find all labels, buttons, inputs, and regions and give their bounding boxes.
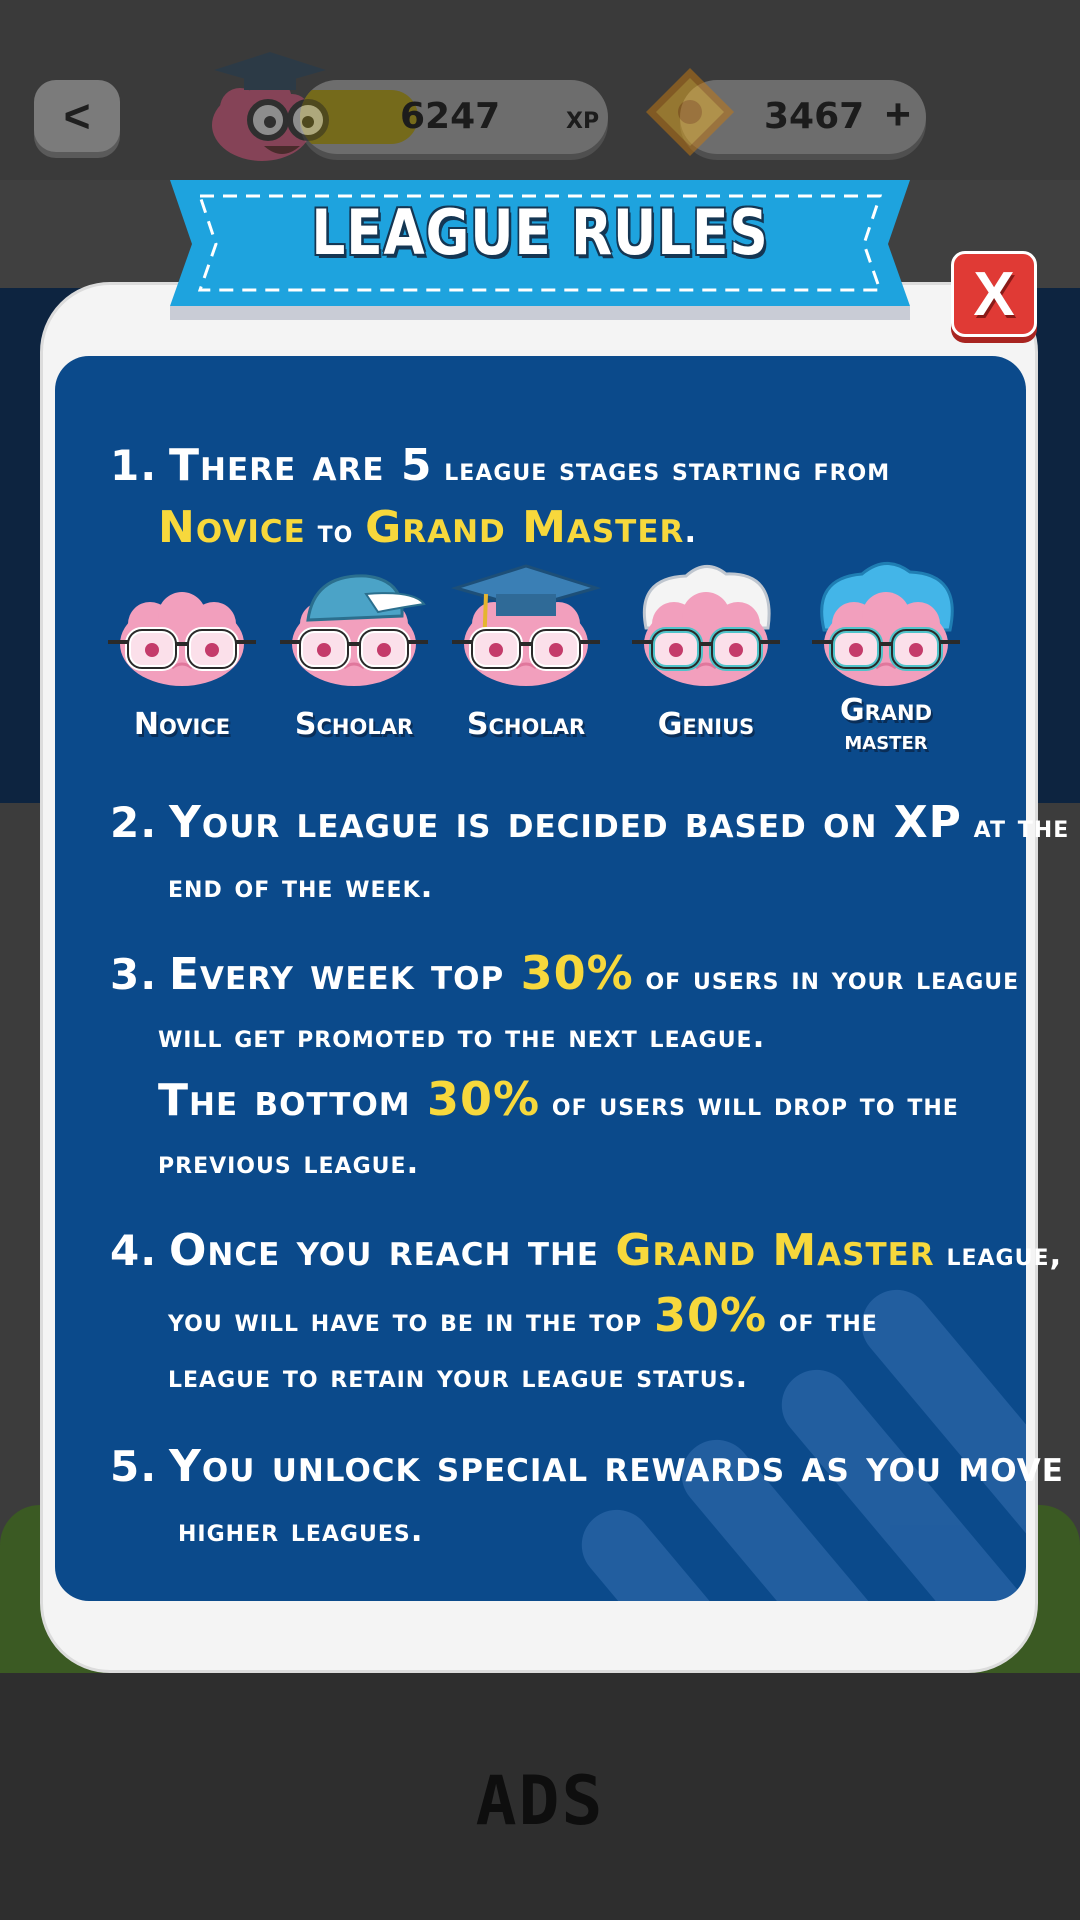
league-scholar-brain-icon (280, 574, 428, 686)
back-button[interactable]: < (34, 80, 120, 152)
chevron-left-icon: < (63, 90, 91, 142)
rule-4-line-2: you will have to be in the top 30% of th… (168, 1288, 878, 1342)
add-coins-button[interactable]: + (876, 90, 920, 140)
close-button[interactable]: X (951, 251, 1037, 337)
rule-3-line-4: previous league. (158, 1145, 420, 1181)
coin-icon (646, 68, 734, 156)
rule-4-line-3: league to retain your league status. (168, 1359, 749, 1395)
rule-3-line-3: The bottom 30% of users will drop to the (158, 1072, 959, 1126)
league-genius-brain-icon (632, 565, 780, 686)
league-scholar-label: Scholar (294, 707, 414, 742)
rule-1-line-1: 1. There are 5 league stages starting fr… (110, 440, 891, 491)
league-scholar-2-brain-icon (450, 564, 602, 686)
league-scholar-2-label: Scholar (466, 707, 586, 742)
rule-5-line-1: 5. You unlock special rewards as you mov… (110, 1441, 1080, 1492)
ads-label: ADS (475, 1762, 605, 1841)
rule-3-line-1: 3. Every week top 30% of users in your l… (110, 946, 1020, 1000)
rule-2-line-2: end of the week. (168, 869, 434, 905)
plus-icon: + (885, 90, 911, 139)
xp-unit: XP (566, 109, 600, 134)
xp-value: 6247 (400, 96, 501, 137)
league-novice-brain-icon (108, 592, 256, 686)
rule-3-line-2: will get promoted to the next league. (158, 1019, 766, 1055)
league-genius-label: Genius (657, 707, 755, 742)
league-grand-master-label: Grand master (839, 693, 933, 757)
rule-1-line-2: Novice to Grand Master. (158, 502, 698, 553)
brain-avatar-icon[interactable] (200, 30, 340, 170)
rule-4-line-1: 4. Once you reach the Grand Master leagu… (110, 1225, 1063, 1276)
coin-value: 3467 (764, 96, 865, 137)
league-novice-label: Novice (133, 707, 231, 742)
rule-5-line-2: higher leagues. (178, 1513, 424, 1549)
league-grand-master-brain-icon (812, 562, 960, 686)
rule-2-line-1: 2. Your league is decided based on XP at… (110, 797, 1070, 848)
close-icon: X (973, 260, 1015, 329)
modal-title: LEAGUE RULES (311, 196, 769, 269)
